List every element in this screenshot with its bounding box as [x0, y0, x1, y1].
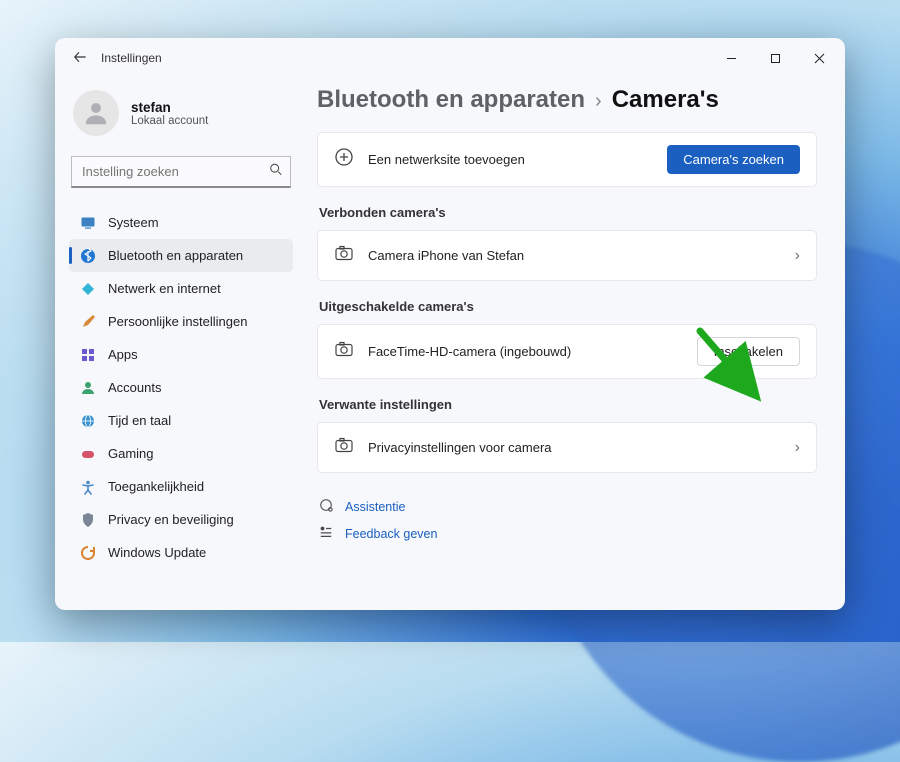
sidebar-item-time-language[interactable]: Tijd en taal — [69, 404, 293, 437]
page-title: Camera's — [612, 86, 719, 114]
sidebar-item-label: Windows Update — [108, 545, 206, 560]
sidebar-item-accessibility[interactable]: Toegankelijkheid — [69, 470, 293, 503]
sidebar-item-accounts[interactable]: Accounts — [69, 371, 293, 404]
section-related-title: Verwante instellingen — [319, 397, 817, 412]
feedback-link[interactable]: Feedback geven — [317, 520, 817, 547]
feedback-icon — [319, 525, 335, 542]
disabled-camera-row: FaceTime-HD-camera (ingebouwd) Inschakel… — [317, 324, 817, 379]
window-title: Instellingen — [101, 51, 162, 65]
profile-name: stefan — [131, 100, 208, 115]
sidebar-item-bluetooth[interactable]: Bluetooth en apparaten — [69, 239, 293, 272]
camera-name: FaceTime-HD-camera (ingebouwd) — [368, 344, 683, 359]
bluetooth-icon — [79, 247, 96, 264]
help-link[interactable]: Assistentie — [317, 493, 817, 520]
camera-icon — [334, 339, 354, 364]
wifi-icon — [79, 280, 96, 297]
maximize-button[interactable] — [753, 42, 797, 74]
minimize-button[interactable] — [709, 42, 753, 74]
sidebar-item-label: Systeem — [108, 215, 159, 230]
sidebar-item-update[interactable]: Windows Update — [69, 536, 293, 569]
camera-icon — [334, 243, 354, 268]
person-icon — [79, 379, 96, 396]
main-content: Bluetooth en apparaten › Camera's Een ne… — [303, 78, 845, 610]
search-input[interactable] — [71, 156, 291, 188]
related-privacy-row[interactable]: Privacyinstellingen voor camera › — [317, 422, 817, 473]
connected-camera-row[interactable]: Camera iPhone van Stefan › — [317, 230, 817, 281]
sidebar-item-label: Netwerk en internet — [108, 281, 221, 296]
help-icon — [319, 498, 335, 515]
shield-icon — [79, 511, 96, 528]
sidebar: stefan Lokaal account Systeem Bluetooth … — [55, 78, 303, 610]
related-label: Privacyinstellingen voor camera — [368, 440, 781, 455]
chevron-right-icon: › — [595, 90, 602, 113]
sidebar-item-network[interactable]: Netwerk en internet — [69, 272, 293, 305]
section-disabled-title: Uitgeschakelde camera's — [319, 299, 817, 314]
profile-subtitle: Lokaal account — [131, 115, 208, 127]
search-box[interactable] — [71, 156, 291, 188]
search-cameras-button[interactable]: Camera's zoeken — [667, 145, 800, 174]
breadcrumb-parent[interactable]: Bluetooth en apparaten — [317, 86, 585, 114]
add-network-label: Een netwerksite toevoegen — [368, 152, 653, 167]
chevron-right-icon: › — [795, 247, 800, 265]
sidebar-item-label: Accounts — [108, 380, 161, 395]
sidebar-item-label: Tijd en taal — [108, 413, 171, 428]
avatar — [73, 90, 119, 136]
sidebar-item-label: Persoonlijke instellingen — [108, 314, 247, 329]
add-network-panel: Een netwerksite toevoegen Camera's zoeke… — [317, 132, 817, 187]
sidebar-item-label: Gaming — [108, 446, 154, 461]
brush-icon — [79, 313, 96, 330]
chevron-right-icon: › — [795, 439, 800, 457]
footer-links: Assistentie Feedback geven — [317, 493, 817, 547]
settings-window: Instellingen stefan Lokaal account — [55, 38, 845, 610]
close-button[interactable] — [797, 42, 841, 74]
sidebar-item-personalization[interactable]: Persoonlijke instellingen — [69, 305, 293, 338]
breadcrumb: Bluetooth en apparaten › Camera's — [317, 86, 817, 114]
plus-circle-icon — [334, 147, 354, 172]
camera-icon — [334, 435, 354, 460]
sidebar-item-label: Privacy en beveiliging — [108, 512, 234, 527]
sidebar-nav: Systeem Bluetooth en apparaten Netwerk e… — [69, 206, 293, 569]
globe-icon — [79, 412, 96, 429]
accessibility-icon — [79, 478, 96, 495]
camera-name: Camera iPhone van Stefan — [368, 248, 781, 263]
section-connected-title: Verbonden camera's — [319, 205, 817, 220]
sidebar-item-system[interactable]: Systeem — [69, 206, 293, 239]
sidebar-item-gaming[interactable]: Gaming — [69, 437, 293, 470]
update-icon — [79, 544, 96, 561]
monitor-icon — [79, 214, 96, 231]
gamepad-icon — [79, 445, 96, 462]
sidebar-item-apps[interactable]: Apps — [69, 338, 293, 371]
search-icon — [269, 163, 283, 182]
apps-icon — [79, 346, 96, 363]
profile-block[interactable]: stefan Lokaal account — [69, 84, 293, 152]
enable-button[interactable]: Inschakelen — [697, 337, 800, 366]
sidebar-item-label: Bluetooth en apparaten — [108, 248, 243, 263]
sidebar-item-privacy[interactable]: Privacy en beveiliging — [69, 503, 293, 536]
sidebar-item-label: Apps — [108, 347, 138, 362]
sidebar-item-label: Toegankelijkheid — [108, 479, 204, 494]
back-button[interactable] — [73, 50, 87, 67]
titlebar: Instellingen — [55, 38, 845, 78]
